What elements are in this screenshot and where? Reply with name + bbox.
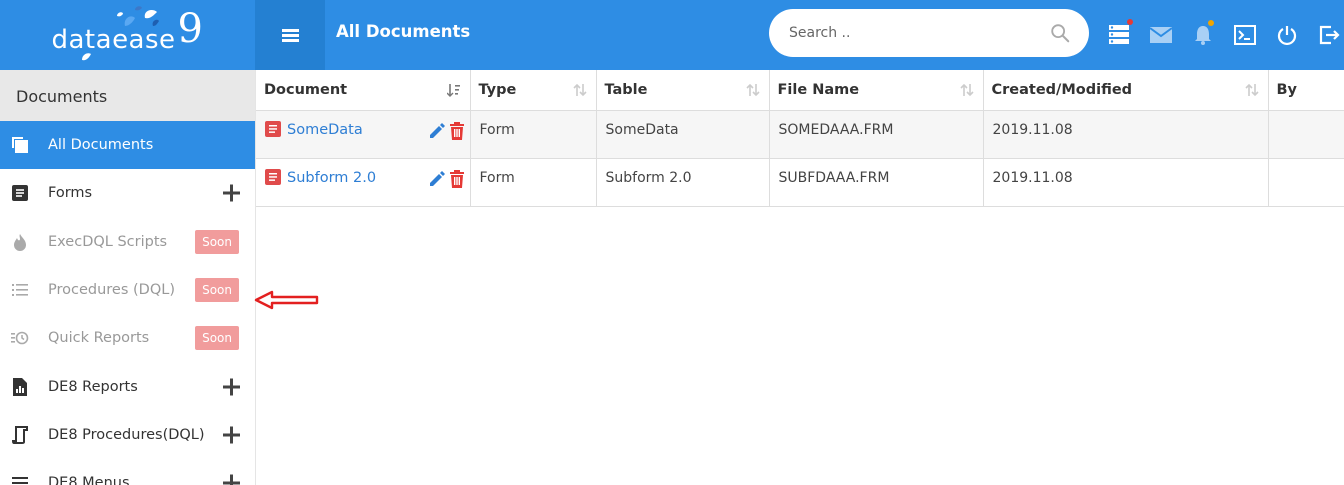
menu-list-icon [11, 474, 29, 485]
column-header-by[interactable]: By [1268, 70, 1344, 111]
sort-icon[interactable] [1244, 83, 1259, 97]
add-report-plus-icon[interactable] [223, 378, 240, 396]
search-input[interactable] [789, 25, 1049, 41]
add-menu-plus-icon[interactable] [223, 474, 240, 485]
delete-trash-icon[interactable] [448, 121, 466, 140]
table-cell: SomeData [596, 110, 770, 159]
sort-icon[interactable] [959, 83, 974, 97]
sidebar-item-label: Quick Reports [48, 330, 150, 347]
history-list-icon [11, 329, 29, 347]
logo-text: dataease [51, 25, 176, 55]
type-cell: Form [470, 110, 597, 159]
list-icon [11, 281, 29, 299]
server-alert-dot [1127, 19, 1133, 25]
sidebar-item-label: Forms [48, 185, 93, 202]
column-header-type[interactable]: Type [470, 70, 597, 111]
bell-icon[interactable] [1190, 20, 1216, 48]
documents-icon [11, 136, 29, 154]
soon-badge: Soon [195, 326, 239, 351]
sidebar-item-forms[interactable]: Forms [0, 169, 255, 217]
table-row[interactable]: SomeData Form SomeData SOMEDAAA.FRM 2019… [256, 110, 1344, 159]
column-header-table[interactable]: Table [596, 70, 770, 111]
document-cell: SomeData [256, 110, 471, 159]
table-header-row: Document Type Table File Name Created/Mo… [256, 70, 1344, 111]
edit-pencil-icon[interactable] [428, 122, 446, 140]
sidebar: Documents All Documents Forms ExecDQL Sc… [0, 70, 256, 485]
header-icons [1106, 19, 1344, 48]
sidebar-item-label: DE8 Procedures(DQL) [48, 426, 205, 443]
logo-version: 9 [177, 6, 204, 52]
report-icon [11, 377, 29, 396]
add-form-plus-icon[interactable] [223, 184, 240, 202]
search-icon[interactable] [1049, 22, 1071, 44]
document-icon [265, 120, 281, 137]
sidebar-item-label: Procedures (DQL) [48, 282, 175, 299]
sidebar-item-de8-menus[interactable]: DE8 Menus [0, 459, 255, 485]
page-title: All Documents [336, 22, 471, 41]
file-name-cell: SOMEDAAA.FRM [769, 110, 984, 159]
logout-icon[interactable] [1316, 22, 1342, 48]
sidebar-item-de8-reports[interactable]: DE8 Reports [0, 362, 255, 410]
sidebar-item-label: DE8 Menus [48, 475, 130, 485]
sidebar-item-label: DE8 Reports [48, 378, 138, 395]
top-bar: dataease9 All Documents [0, 0, 1344, 70]
column-header-file-name[interactable]: File Name [769, 70, 984, 111]
by-cell [1268, 110, 1344, 159]
table-row[interactable]: Subform 2.0 Form Subform 2.0 SUBFDAAA.FR… [256, 158, 1344, 207]
server-icon[interactable] [1106, 19, 1133, 48]
created-cell: 2019.11.08 [983, 158, 1269, 207]
created-cell: 2019.11.08 [983, 110, 1269, 159]
sidebar-item-quick-reports[interactable]: Quick Reports Soon [0, 314, 255, 362]
add-procedure-plus-icon[interactable] [223, 426, 240, 444]
delete-trash-icon[interactable] [448, 169, 466, 188]
red-arrow-icon [254, 290, 319, 310]
sort-icon[interactable] [745, 83, 760, 97]
bell-alert-dot [1208, 20, 1214, 26]
search-box[interactable] [769, 9, 1089, 57]
soon-badge: Soon [195, 229, 239, 254]
by-cell [1268, 158, 1344, 207]
table-cell: Subform 2.0 [596, 158, 770, 207]
edit-pencil-icon[interactable] [428, 170, 446, 188]
hamburger-icon [281, 27, 299, 44]
script-icon [11, 425, 29, 444]
documents-table: Document Type Table File Name Created/Mo… [256, 70, 1344, 207]
fire-icon [11, 233, 29, 251]
sidebar-item-all-documents[interactable]: All Documents [0, 121, 255, 170]
sort-desc-icon[interactable] [446, 83, 461, 97]
menu-toggle-button[interactable] [255, 0, 325, 70]
soon-badge: Soon [195, 278, 239, 303]
sidebar-item-label: ExecDQL Scripts [48, 233, 168, 250]
mail-icon[interactable] [1148, 22, 1174, 48]
logo-leaf-icon [82, 53, 91, 61]
file-name-cell: SUBFDAAA.FRM [769, 158, 984, 207]
column-header-document[interactable]: Document [256, 70, 471, 111]
column-header-created-modified[interactable]: Created/Modified [983, 70, 1269, 111]
terminal-icon[interactable] [1232, 22, 1258, 48]
sidebar-item-de8-procedures[interactable]: DE8 Procedures(DQL) [0, 411, 255, 459]
document-icon [265, 168, 281, 185]
sidebar-item-procedures-dql[interactable]: Procedures (DQL) Soon [0, 266, 255, 314]
power-icon[interactable] [1274, 22, 1300, 48]
sidebar-heading: Documents [0, 70, 255, 121]
document-link[interactable]: SomeData [287, 122, 363, 138]
form-icon [11, 184, 29, 202]
sort-icon[interactable] [572, 83, 587, 97]
logo[interactable]: dataease9 [0, 0, 255, 70]
sidebar-item-execdql-scripts[interactable]: ExecDQL Scripts Soon [0, 218, 255, 266]
document-cell: Subform 2.0 [256, 158, 471, 207]
document-link[interactable]: Subform 2.0 [287, 170, 376, 186]
type-cell: Form [470, 158, 597, 207]
sidebar-item-label: All Documents [48, 137, 154, 154]
